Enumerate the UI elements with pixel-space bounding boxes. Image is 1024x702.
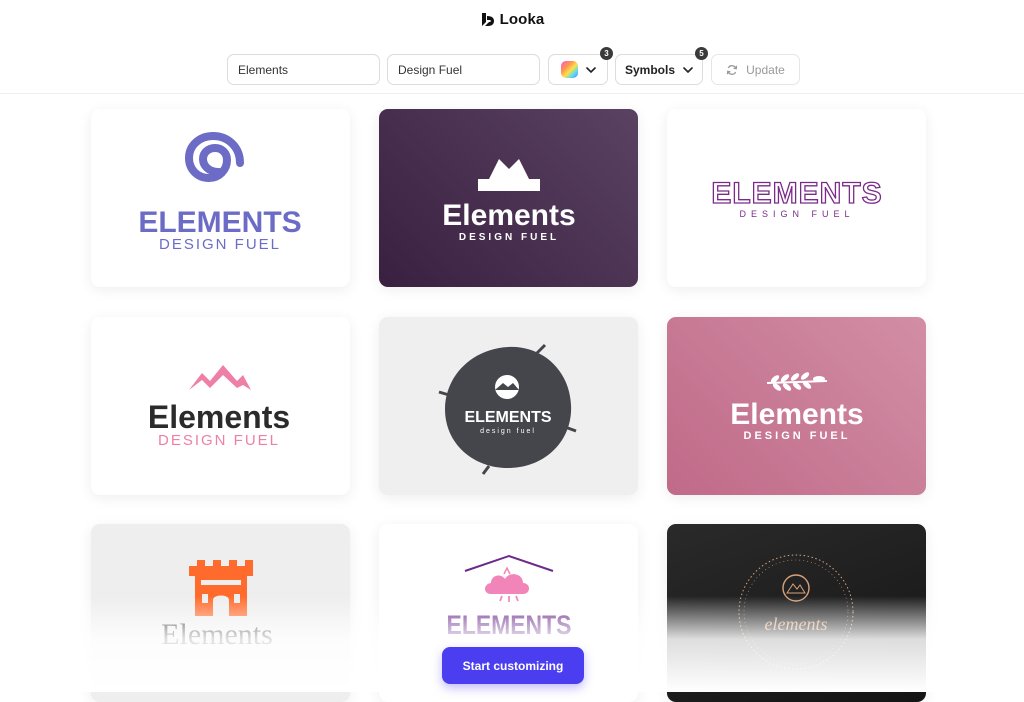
laurel-icon xyxy=(766,372,828,391)
symbols-label: Symbols xyxy=(624,62,675,77)
symbols-count-badge: 5 xyxy=(695,47,708,60)
logo-card[interactable]: ELEMENTS DESIGN FUEL xyxy=(91,109,350,287)
logo-name: elements xyxy=(765,614,828,634)
logo-card[interactable]: ELEMENTS DESIGN FUEL xyxy=(667,109,926,287)
logo-name: ELEMENTS xyxy=(711,177,882,210)
brand[interactable]: Looka xyxy=(0,11,1024,28)
logo-name: Elements xyxy=(730,398,863,431)
logo-slogan: DESIGN FUEL xyxy=(739,209,854,219)
brand-name: Looka xyxy=(499,11,545,28)
crown-icon xyxy=(478,159,540,191)
color-swatch-icon xyxy=(560,61,578,78)
logo-card[interactable]: elements xyxy=(667,524,926,702)
chevron-down-icon xyxy=(585,66,596,73)
update-label: Update xyxy=(746,62,785,77)
logo-slogan: DESIGN FUEL xyxy=(158,432,280,449)
circle-badge-icon xyxy=(738,554,854,670)
logo-preview: Elements xyxy=(161,560,273,651)
logo-card[interactable]: Elements DESIGN FUEL xyxy=(667,317,926,495)
cloud-roof-icon xyxy=(464,554,554,602)
mountain-sun-icon xyxy=(495,375,519,399)
spiral-icon xyxy=(184,131,244,183)
logo-slogan: design fuel xyxy=(480,428,536,435)
company-name-input[interactable] xyxy=(227,54,380,85)
logo-slogan: DESIGN FUEL xyxy=(159,236,281,253)
logo-preview: Elements DESIGN FUEL xyxy=(148,365,290,449)
logo-card[interactable]: Elements xyxy=(91,524,350,702)
editor-toolbar: Symbols Update xyxy=(0,54,1024,85)
colors-count-badge: 3 xyxy=(600,47,613,60)
logo-name: ELEMENTS xyxy=(447,610,572,640)
logo-name: Elements xyxy=(148,399,290,435)
logo-name: Elements xyxy=(161,618,273,651)
mountains-icon xyxy=(189,365,251,390)
slogan-input[interactable] xyxy=(387,54,540,85)
start-customizing-button[interactable]: Start customizing xyxy=(442,647,584,684)
logo-name: Elements xyxy=(442,199,575,232)
logo-preview: Elements DESIGN FUEL xyxy=(730,372,864,442)
update-button[interactable]: Update xyxy=(711,54,800,85)
logo-preview: elements xyxy=(738,554,854,670)
logo-preview: ELEMENTS DESIGN FUEL xyxy=(711,176,883,219)
logo-slogan: DESIGN FUEL xyxy=(459,232,559,243)
symbols-button[interactable]: Symbols xyxy=(615,54,703,85)
logo-card[interactable]: Elements DESIGN FUEL xyxy=(379,109,638,287)
logo-name: ELEMENTS xyxy=(464,409,551,426)
refresh-icon xyxy=(726,64,738,75)
logo-slogan: DESIGN FUEL xyxy=(744,430,851,442)
logo-card[interactable]: ELEMENTS design fuel xyxy=(379,317,638,495)
logo-preview: Elements DESIGN FUEL xyxy=(442,159,576,243)
color-picker-button[interactable] xyxy=(548,54,608,85)
logo-preview: ELEMENTS DESIGN FUEL xyxy=(138,131,302,253)
castle-icon xyxy=(189,560,253,616)
chevron-down-icon xyxy=(683,66,693,73)
logo-preview: ELEMENTS design fuel xyxy=(438,343,577,475)
logo-name: ELEMENTS xyxy=(138,206,301,239)
looka-logo-icon xyxy=(481,13,494,26)
logo-card[interactable]: Elements DESIGN FUEL xyxy=(91,317,350,495)
